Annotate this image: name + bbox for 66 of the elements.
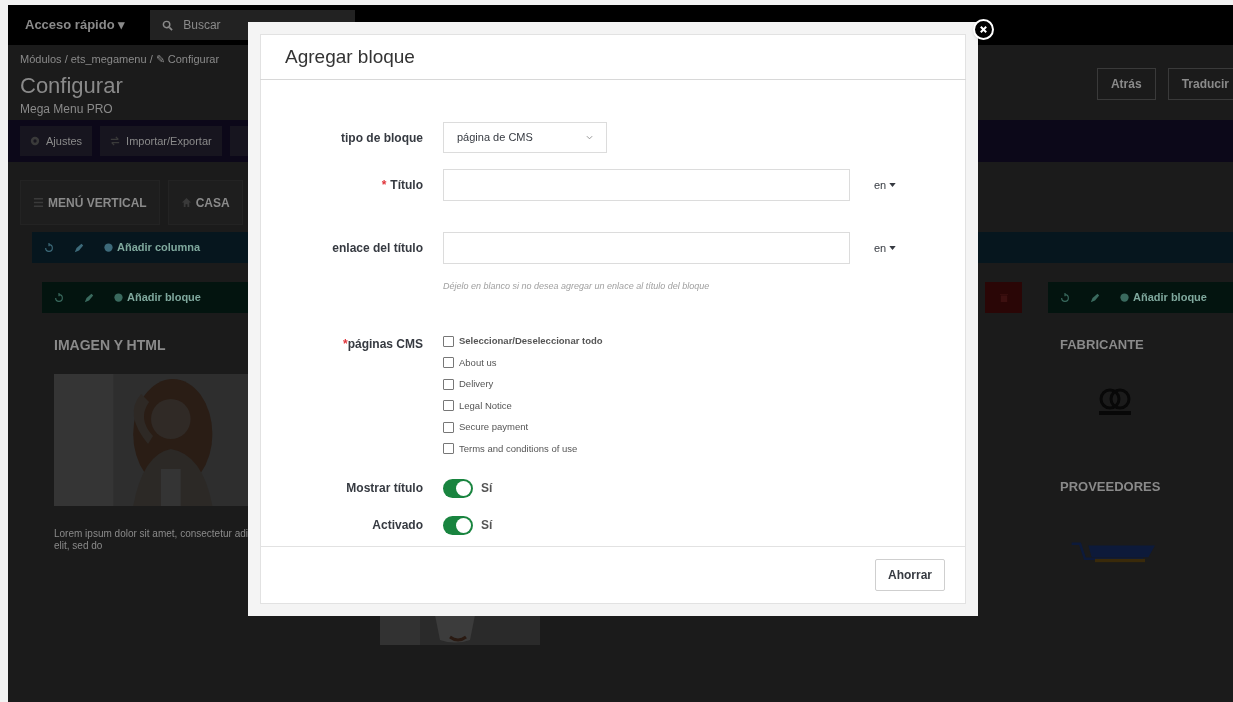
search-icon <box>162 20 174 31</box>
checkbox-label[interactable]: Legal Notice <box>459 398 512 413</box>
language-dropdown[interactable]: en <box>865 169 905 201</box>
section-title: PROVEEDORES <box>1060 477 1162 496</box>
checkbox[interactable] <box>443 443 454 455</box>
toggle-switch[interactable] <box>443 515 473 535</box>
header-button[interactable]: Traducir <box>1167 68 1233 100</box>
header-button[interactable]: Atrás <box>1096 68 1156 100</box>
checkbox-label[interactable]: Secure payment <box>459 420 529 435</box>
save-button[interactable]: Ahorrar <box>875 559 945 591</box>
block-title: IMAGEN Y HTML <box>54 336 167 355</box>
checkbox[interactable] <box>443 378 454 390</box>
language-dropdown[interactable]: en <box>865 232 905 264</box>
field-label: Mostrar título <box>346 480 423 497</box>
caret-icon <box>889 246 897 250</box>
field-label: páginas CMS <box>347 335 423 353</box>
toolbar-button[interactable]: Ajustes <box>20 126 93 156</box>
refresh-icon[interactable] <box>54 292 64 303</box>
checkbox-label[interactable]: Delivery <box>459 377 494 392</box>
toggle-label: Sí <box>481 517 493 534</box>
modal-title: Agregar bloque <box>285 44 415 69</box>
field-label: Título <box>390 177 423 194</box>
checkbox[interactable] <box>443 421 454 433</box>
field-label: tipo de bloque <box>341 129 423 147</box>
required-mark: * <box>381 177 387 194</box>
add-button[interactable]: Añadir columna <box>104 239 201 256</box>
toolbar-button[interactable] <box>229 126 250 156</box>
swap-icon <box>110 136 121 146</box>
breadcrumb: Módulos / ets_megamenu / ✎ Configurar <box>20 52 220 67</box>
toggle-label: Sí <box>481 480 493 497</box>
text-field[interactable] <box>443 232 850 264</box>
caret-icon <box>889 183 897 187</box>
pencil-icon[interactable] <box>74 242 84 253</box>
page-subtitle: Mega Menu PRO <box>20 100 114 118</box>
chevron-down-icon <box>586 135 593 140</box>
gear-icon <box>30 136 40 146</box>
block-type-select[interactable]: página de CMS <box>443 122 607 153</box>
help-text: Déjelo en blanco si no desea agregar un enlace al título del bloque <box>443 280 710 293</box>
add-button[interactable]: Añadir bloque <box>114 289 201 306</box>
toolbar-button[interactable]: Importar/Exportar <box>100 126 222 156</box>
add-button[interactable]: Añadir bloque <box>1120 289 1207 306</box>
pencil-icon[interactable] <box>84 292 94 303</box>
field-label: enlace del título <box>332 240 423 257</box>
page-title: Configurar <box>20 71 124 100</box>
checkbox[interactable] <box>443 335 454 347</box>
checkbox[interactable] <box>443 357 454 369</box>
refresh-icon[interactable] <box>1060 292 1070 303</box>
checkbox-label[interactable]: Seleccionar/Deseleccionar todo <box>459 334 603 349</box>
checkbox-label[interactable]: Terms and conditions of use <box>459 441 578 456</box>
required-mark: * <box>342 335 348 353</box>
checkbox[interactable] <box>443 400 454 412</box>
select-value: página de CMS <box>457 130 533 146</box>
field-label: Activado <box>372 517 423 534</box>
block-text: Lorem ipsum dolor sit amet, consectetur adi elit, sed do <box>54 528 249 552</box>
toggle-switch[interactable] <box>443 478 473 498</box>
text-field[interactable] <box>443 169 850 201</box>
close-icon <box>979 25 988 34</box>
menu-tab[interactable]: CASA <box>167 180 243 225</box>
pencil-icon[interactable] <box>1090 292 1100 303</box>
section-title: FABRICANTE <box>1060 336 1145 354</box>
refresh-icon[interactable] <box>44 242 54 253</box>
home-icon <box>180 197 192 208</box>
quick-access-menu[interactable]: Acceso rápido ▾ <box>25 15 126 35</box>
checkbox-label[interactable]: About us <box>459 355 497 370</box>
menu-icon <box>33 197 44 208</box>
menu-tab[interactable]: MENÚ VERTICAL <box>20 180 160 225</box>
